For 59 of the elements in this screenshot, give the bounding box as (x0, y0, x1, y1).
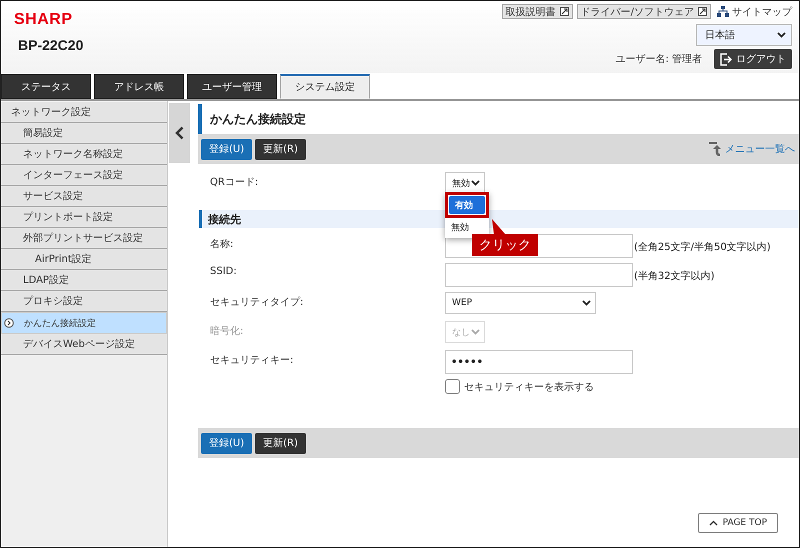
sidebar-item[interactable]: プリントポート設定 (1, 207, 167, 228)
manual-link[interactable]: 取扱説明書 (502, 4, 573, 19)
language-select[interactable]: 日本語 (696, 24, 792, 46)
action-button[interactable]: 更新(R) (255, 432, 306, 454)
user-name: ユーザー名: 管理者 (615, 52, 702, 66)
sidebar-item[interactable]: サービス設定 (1, 186, 167, 207)
field-label: 暗号化: (210, 324, 244, 338)
field-hint: (全角25文字/半角50文字以内) (634, 240, 771, 254)
sidebar-item[interactable]: インターフェース設定 (1, 165, 167, 186)
field-label: QRコード: (210, 176, 260, 189)
logout-icon (720, 52, 732, 66)
logo: SHARP (14, 11, 74, 29)
menu-link[interactable]: メニュー一覧へ (708, 142, 795, 156)
action-button[interactable]: 登録(U) (201, 432, 252, 454)
sidebar-item[interactable]: AirPrint設定 (1, 249, 167, 270)
tab[interactable]: ユーザー管理 (187, 74, 277, 99)
caret-up-icon (708, 520, 718, 526)
back-arrow-icon (708, 142, 724, 156)
field-hint: (半角32文字以内) (634, 270, 715, 283)
dropdown-option[interactable]: 有効 (449, 196, 485, 214)
sitemap-icon (717, 6, 729, 17)
caret-icon (471, 180, 480, 186)
collapse-button[interactable] (169, 103, 190, 163)
qr-code-select[interactable]: 無効 (445, 172, 485, 194)
field-label: 名称: (210, 238, 234, 251)
show-key-checkbox[interactable]: セキュリティキーを表示する (445, 379, 594, 394)
sitemap-link[interactable]: サイトマップ (717, 4, 792, 18)
sidebar-item[interactable]: 簡易設定 (1, 123, 167, 144)
sidebar-item[interactable]: 外部プリントサービス設定 (1, 228, 167, 249)
manual-link[interactable]: ドライバー/ソフトウェア (576, 4, 711, 19)
external-link-icon (560, 7, 569, 16)
logout-button[interactable]: ログアウト (714, 49, 792, 69)
caret-icon (777, 32, 786, 38)
caret-icon (582, 300, 591, 306)
dropdown-option[interactable]: 無効 (445, 218, 489, 236)
sidebar-item[interactable]: LDAP設定 (1, 270, 167, 291)
select-field[interactable]: WEP (445, 292, 596, 314)
sidebar-item[interactable]: かんたん接続設定 (1, 312, 167, 334)
tab[interactable]: システム設定 (280, 74, 370, 99)
model-name: BP-22C20 (18, 37, 84, 53)
field-label: セキュリティタイプ: (210, 296, 304, 309)
sidebar-item[interactable]: デバイスWebページ設定 (1, 334, 167, 355)
sidebar-item[interactable]: ネットワーク設定 (1, 102, 167, 123)
chevron-left-icon (175, 126, 184, 140)
tab[interactable]: アドレス帳 (94, 74, 184, 99)
page-top-button[interactable]: PAGE TOP (698, 513, 778, 533)
action-button[interactable]: 登録(U) (201, 138, 252, 160)
action-button[interactable]: 更新(R) (255, 138, 306, 160)
field-label: セキュリティキー: (210, 354, 294, 367)
external-link-icon (698, 7, 707, 16)
callout-tail-icon (492, 219, 506, 235)
field-label: SSID: (210, 265, 238, 277)
tab[interactable]: ステータス (1, 74, 91, 99)
sidebar-item[interactable]: プロキシ設定 (1, 291, 167, 312)
input-field[interactable] (445, 263, 633, 287)
sidebar-item[interactable]: ネットワーク名称設定 (1, 144, 167, 165)
caret-icon (471, 329, 480, 335)
current-item-icon (4, 318, 14, 328)
password-field[interactable]: ••••• (445, 350, 633, 374)
